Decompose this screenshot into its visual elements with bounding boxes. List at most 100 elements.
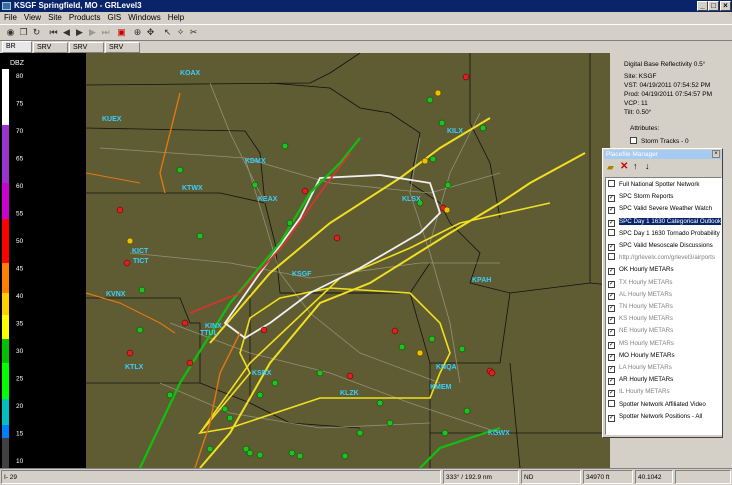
prev-frame-icon[interactable]: ◀ [61, 27, 72, 38]
storm-report-dot[interactable] [256, 391, 264, 399]
placefile-item[interactable]: ✓ IL Hourly METARs [608, 387, 721, 398]
placefile-item[interactable]: http://grlevelx.com/grlevel3/airports [608, 253, 721, 262]
placefile-checkbox[interactable] [608, 399, 615, 407]
storm-report-dot[interactable] [246, 449, 254, 457]
placefile-item[interactable]: ✓ Spotter Network Positions - All [608, 412, 721, 422]
placefile-item[interactable]: ✓ AR Hourly METARs [608, 375, 721, 386]
storm-report-dot[interactable] [458, 345, 466, 353]
storm-report-dot[interactable] [226, 414, 234, 422]
menu-gis[interactable]: GIS [103, 12, 124, 24]
placefile-item[interactable]: ✓ TX Hourly METARs [608, 278, 721, 288]
storm-report-dot[interactable] [441, 429, 449, 437]
storm-report-dot[interactable] [186, 359, 194, 367]
placefile-item[interactable]: ✓ SPC Day 1 1630 Categorical Outlook [608, 217, 721, 227]
storm-report-dot[interactable] [443, 206, 451, 214]
storm-report-dot[interactable] [479, 124, 487, 132]
storm-report-dot[interactable] [138, 286, 146, 294]
storm-report-dot[interactable] [126, 349, 134, 357]
open-folder-icon[interactable]: ▰ [607, 162, 614, 173]
placefile-item[interactable]: ✓ MO Hourly METARs [608, 351, 721, 361]
placefile-checkbox[interactable]: ✓ [608, 390, 615, 398]
radar-site-kict[interactable]: KICT [132, 248, 149, 255]
first-frame-icon[interactable]: ⏮ [48, 27, 59, 38]
placefile-checkbox[interactable]: ✓ [608, 207, 615, 215]
placefile-checkbox[interactable]: ✓ [608, 329, 615, 337]
storm-report-dot[interactable] [176, 166, 184, 174]
storm-report-dot[interactable] [376, 399, 384, 407]
radar-site-ktlx[interactable]: KTLX [125, 364, 144, 371]
placefile-checkbox[interactable]: ✓ [608, 292, 615, 300]
menu-windows[interactable]: Windows [124, 12, 163, 24]
storm-report-dot[interactable] [116, 206, 124, 214]
placefile-list[interactable]: Full National Spotter Network ✓ SPC Storm … [605, 177, 722, 435]
storm-tracks-option[interactable]: Storm Tracks - 0 [630, 137, 689, 145]
storm-report-dot[interactable] [463, 407, 471, 415]
storm-report-dot[interactable] [123, 259, 131, 267]
maximize-button[interactable]: □ [708, 1, 719, 11]
menu-help[interactable]: Help [164, 12, 187, 24]
placefile-item[interactable]: Spotter Network Affiliated Video [608, 399, 721, 409]
close-button[interactable]: × [720, 1, 731, 11]
storm-report-dot[interactable] [256, 451, 264, 459]
radar-site-kdmx[interactable]: KDMX [245, 158, 266, 165]
radar-site-ttul[interactable]: TTUL [200, 330, 219, 337]
storm-report-dot[interactable] [196, 232, 204, 240]
tool3-icon[interactable]: ✂ [188, 27, 199, 38]
placefile-close-button[interactable]: × [712, 150, 720, 158]
stop-icon[interactable]: ▣ [116, 27, 127, 38]
placefile-item[interactable]: ✓ AL Hourly METARs [608, 290, 721, 300]
storm-report-dot[interactable] [166, 391, 174, 399]
radar-map[interactable]: KOAX KUEX KDMX KTWX KEAX KLSX KILX KICT KVNX KINX… [30, 53, 610, 468]
tool-icon[interactable]: ↖ [162, 27, 173, 38]
radar-site-kinx[interactable]: KINX [205, 323, 222, 330]
storm-report-dot[interactable] [221, 405, 229, 413]
placefile-checkbox[interactable] [608, 253, 615, 261]
placefile-checkbox[interactable]: ✓ [608, 219, 615, 227]
menu-file[interactable]: File [0, 12, 20, 24]
storm-report-dot[interactable] [181, 319, 189, 327]
storm-report-dot[interactable] [386, 419, 394, 427]
storm-report-dot[interactable] [444, 181, 452, 189]
radar-site-kilx[interactable]: KILX [447, 128, 463, 135]
radar-site-kuex[interactable]: KUEX [102, 116, 122, 123]
last-frame-icon[interactable]: ⏭ [100, 27, 111, 38]
placefile-checkbox[interactable]: ✓ [608, 341, 615, 349]
storm-report-dot[interactable] [271, 379, 279, 387]
next-frame-icon[interactable]: ▶ [87, 27, 98, 38]
placefile-checkbox[interactable]: ✓ [608, 244, 615, 251]
menu-site[interactable]: Site [44, 12, 65, 24]
storm-report-dot[interactable] [136, 326, 144, 334]
menu-view[interactable]: View [20, 12, 44, 24]
placefile-item[interactable]: ✓ OK Hourly METARs [608, 265, 721, 276]
storm-report-dot[interactable] [301, 187, 309, 195]
pan-icon[interactable]: ✥ [145, 27, 156, 38]
delete-icon[interactable]: ✕ [620, 161, 628, 172]
placefile-item[interactable]: ✓ SPC Storm Reports [608, 192, 721, 203]
radar-site-knqa[interactable]: KNQA [436, 364, 457, 371]
radar-site-keax[interactable]: KEAX [258, 196, 278, 203]
placefile-item[interactable]: SPC Day 1 1630 Tornado Probability [608, 228, 721, 238]
placefile-item[interactable]: ✓ KS Hourly METARs [608, 314, 721, 325]
play-icon[interactable]: ▶ [74, 27, 85, 38]
placefile-checkbox[interactable]: ✓ [608, 280, 615, 288]
placefile-item[interactable]: ✓ SPC Valid Mesoscale Discussions [608, 241, 721, 251]
storm-report-dot[interactable] [356, 429, 364, 437]
storm-report-dot[interactable] [288, 449, 296, 457]
placefile-checkbox[interactable]: ✓ [608, 366, 615, 373]
storm-report-dot[interactable] [296, 452, 304, 460]
radar-site-ksgf[interactable]: KSGF [292, 271, 312, 278]
radar-site-koax[interactable]: KOAX [180, 70, 201, 77]
storm-report-dot[interactable] [286, 219, 294, 227]
storm-report-dot[interactable] [434, 89, 442, 97]
storm-report-dot[interactable] [416, 349, 424, 357]
storm-report-dot[interactable] [316, 369, 324, 377]
tab-srv-05[interactable]: SRV 0.5° [33, 42, 68, 61]
radar-site-kpah[interactable]: KPAH [472, 277, 491, 284]
placefile-checkbox[interactable]: ✓ [608, 317, 615, 325]
storm-report-dot[interactable] [462, 73, 470, 81]
placefile-checkbox[interactable]: ✓ [608, 414, 615, 422]
storm-report-dot[interactable] [488, 369, 496, 377]
copy-icon[interactable]: ❐ [18, 27, 29, 38]
placefile-checkbox[interactable]: ✓ [608, 195, 615, 203]
placefile-item[interactable]: ✓ NE Hourly METARs [608, 326, 721, 337]
